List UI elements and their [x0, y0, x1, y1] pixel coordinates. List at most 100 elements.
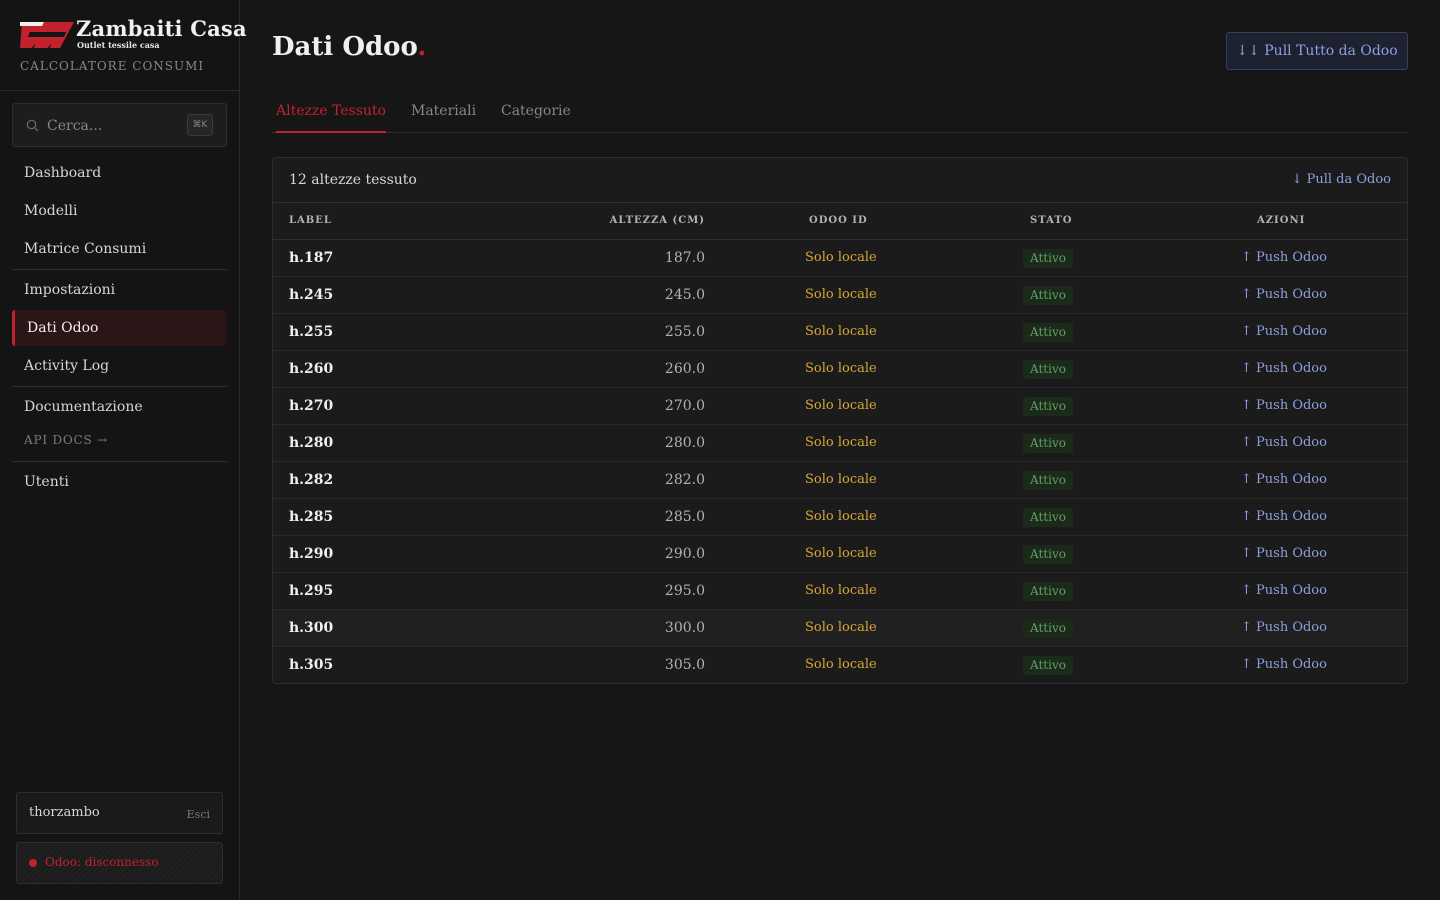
sidebar-item-dati-odoo[interactable]: Dati Odoo: [12, 310, 227, 346]
app-subtitle: CALCOLATORE CONSUMI: [20, 59, 205, 73]
cell-odoo-id: Solo locale: [805, 250, 877, 265]
cell-label: h.280: [289, 435, 334, 451]
cell-altezza: 260.0: [664, 361, 705, 377]
status-badge: Attivo: [1023, 656, 1073, 675]
cell-label: h.305: [289, 657, 334, 673]
page-title: Dati Odoo.: [272, 32, 426, 62]
cell-odoo-id: Solo locale: [805, 620, 877, 635]
push-odoo-button[interactable]: ↑ Push Odoo: [1241, 657, 1327, 672]
table-row: h.300 300.0 Solo locale Attivo ↑ Push Odoo: [273, 610, 1407, 647]
cell-altezza: 285.0: [664, 509, 705, 525]
sidebar-item-documentazione[interactable]: Documentazione: [12, 389, 227, 425]
table-row: h.255 255.0 Solo locale Attivo ↑ Push Odoo: [273, 314, 1407, 351]
tab-materiali[interactable]: Materiali: [411, 103, 476, 133]
push-odoo-button[interactable]: ↑ Push Odoo: [1241, 398, 1327, 413]
cell-altezza: 280.0: [664, 435, 705, 451]
title-accent-dot: .: [417, 32, 427, 62]
push-odoo-button[interactable]: ↑ Push Odoo: [1241, 361, 1327, 376]
push-odoo-button[interactable]: ↑ Push Odoo: [1241, 583, 1327, 598]
search-box[interactable]: ⌘K: [12, 103, 227, 147]
tab-altezze-tessuto[interactable]: Altezze Tessuto: [276, 103, 386, 133]
cell-label: h.260: [289, 361, 334, 377]
status-badge: Attivo: [1023, 619, 1073, 638]
sidebar-item-impostazioni[interactable]: Impostazioni: [12, 272, 227, 308]
status-badge: Attivo: [1023, 360, 1073, 379]
divider: [12, 461, 227, 462]
push-odoo-button[interactable]: ↑ Push Odoo: [1241, 509, 1327, 524]
sidebar-item-utenti[interactable]: Utenti: [12, 464, 227, 500]
brand-tagline: Outlet tessile casa: [77, 40, 160, 50]
record-count: 12 altezze tessuto: [289, 172, 417, 188]
column-header-odoo-id: ODOO ID: [809, 215, 868, 226]
cell-altezza: 305.0: [664, 657, 705, 673]
cell-label: h.270: [289, 398, 334, 414]
cell-odoo-id: Solo locale: [805, 509, 877, 524]
cell-odoo-id: Solo locale: [805, 398, 877, 413]
zambaiti-logo-icon: [20, 22, 74, 48]
api-docs-link[interactable]: API DOCS →: [24, 433, 108, 447]
cell-odoo-id: Solo locale: [805, 546, 877, 561]
cell-altezza: 245.0: [664, 287, 705, 303]
cell-altezza: 255.0: [664, 324, 705, 340]
odoo-status-text: Odoo: disconnesso: [45, 855, 159, 869]
tab-categorie[interactable]: Categorie: [501, 103, 571, 133]
table-row: h.290 290.0 Solo locale Attivo ↑ Push Odoo: [273, 536, 1407, 573]
status-badge: Attivo: [1023, 508, 1073, 527]
sidebar-item-modelli[interactable]: Modelli: [12, 193, 227, 229]
pull-from-odoo-button[interactable]: ↓ Pull da Odoo: [1292, 172, 1391, 187]
table-header: LABEL ALTEZZA (CM) ODOO ID STATO AZIONI: [273, 203, 1407, 240]
tab-bar: Altezze Tessuto Materiali Categorie: [272, 100, 1408, 133]
push-odoo-button[interactable]: ↑ Push Odoo: [1241, 620, 1327, 635]
card-header: 12 altezze tessuto ↓ Pull da Odoo: [273, 158, 1407, 203]
push-odoo-button[interactable]: ↑ Push Odoo: [1241, 287, 1327, 302]
push-odoo-button[interactable]: ↑ Push Odoo: [1241, 250, 1327, 265]
search-shortcut-badge: ⌘K: [187, 114, 213, 136]
push-odoo-button[interactable]: ↑ Push Odoo: [1241, 546, 1327, 561]
cell-altezza: 295.0: [664, 583, 705, 599]
page-title-text: Dati Odoo: [272, 32, 418, 62]
status-badge: Attivo: [1023, 249, 1073, 268]
status-badge: Attivo: [1023, 397, 1073, 416]
push-odoo-button[interactable]: ↑ Push Odoo: [1241, 472, 1327, 487]
user-box: thorzambo Esci: [16, 792, 223, 834]
altezze-table-card: 12 altezze tessuto ↓ Pull da Odoo LABEL …: [272, 157, 1408, 684]
cell-label: h.255: [289, 324, 334, 340]
status-badge: Attivo: [1023, 323, 1073, 342]
brand[interactable]: Zambaiti Casa Outlet tessile casa CALCOL…: [20, 16, 247, 76]
sidebar-item-dashboard[interactable]: Dashboard: [12, 155, 227, 191]
cell-label: h.300: [289, 620, 334, 636]
cell-odoo-id: Solo locale: [805, 657, 877, 672]
cell-label: h.187: [289, 250, 334, 266]
status-badge: Attivo: [1023, 471, 1073, 490]
pull-all-button[interactable]: ↓↓ Pull Tutto da Odoo: [1226, 32, 1408, 70]
status-badge: Attivo: [1023, 545, 1073, 564]
table-row: h.295 295.0 Solo locale Attivo ↑ Push Odoo: [273, 573, 1407, 610]
table-row: h.187 187.0 Solo locale Attivo ↑ Push Odoo: [273, 240, 1407, 277]
table-row: h.280 280.0 Solo locale Attivo ↑ Push Odoo: [273, 425, 1407, 462]
status-dot-icon: [29, 859, 37, 867]
status-badge: Attivo: [1023, 434, 1073, 453]
table-body: h.187 187.0 Solo locale Attivo ↑ Push Odoo h.…: [273, 240, 1407, 683]
cell-altezza: 290.0: [664, 546, 705, 562]
column-header-altezza: ALTEZZA (CM): [609, 215, 705, 226]
push-odoo-button[interactable]: ↑ Push Odoo: [1241, 435, 1327, 450]
logout-button[interactable]: Esci: [187, 808, 210, 821]
table-row: h.285 285.0 Solo locale Attivo ↑ Push Odoo: [273, 499, 1407, 536]
cell-odoo-id: Solo locale: [805, 435, 877, 450]
table-row: h.282 282.0 Solo locale Attivo ↑ Push Odoo: [273, 462, 1407, 499]
divider: [12, 386, 227, 387]
table-row: h.270 270.0 Solo locale Attivo ↑ Push Odoo: [273, 388, 1407, 425]
cell-odoo-id: Solo locale: [805, 324, 877, 339]
push-odoo-button[interactable]: ↑ Push Odoo: [1241, 324, 1327, 339]
cell-odoo-id: Solo locale: [805, 472, 877, 487]
cell-odoo-id: Solo locale: [805, 287, 877, 302]
sidebar-item-matrice-consumi[interactable]: Matrice Consumi: [12, 231, 227, 267]
table-row: h.245 245.0 Solo locale Attivo ↑ Push Odoo: [273, 277, 1407, 314]
sidebar-item-activity-log[interactable]: Activity Log: [12, 348, 227, 384]
cell-label: h.245: [289, 287, 334, 303]
search-input[interactable]: [47, 114, 187, 138]
status-badge: Attivo: [1023, 286, 1073, 305]
cell-label: h.285: [289, 509, 334, 525]
cell-altezza: 282.0: [664, 472, 705, 488]
sidebar: Zambaiti Casa Outlet tessile casa CALCOL…: [0, 0, 247, 900]
